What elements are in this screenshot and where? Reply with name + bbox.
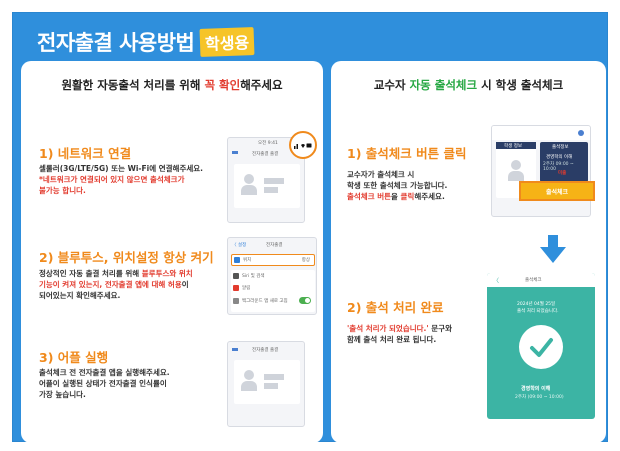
row-label: Siri 및 검색 [242,274,265,279]
avatar-icon [241,185,257,195]
row-label: 알림 [242,286,251,291]
back-chevron-icon: 〈 [493,278,500,285]
desc-line: 셀룰러(3G/LTE/5G) 또는 Wi-Fi에 연결해주세요. [39,164,203,173]
network-description: 셀룰러(3G/LTE/5G) 또는 Wi-Fi에 연결해주세요. *네트워크가 … [39,163,239,196]
phone-header: 전자출결 출결 [252,152,279,157]
guide-frame: 전자출결 사용방법 학생용 원활한 자동출석 처리를 위해 꼭 확인해주세요 1… [12,12,608,443]
arrow-down-icon [540,235,566,263]
heading-text-suffix: 시 학생 출석체크 [477,78,564,92]
row-label: 백그라운드 앱 새로 고침 [242,299,288,304]
desc-line: 어플이 실행된 상태가 전자출결 인식률이 [39,379,167,388]
course-name: 경영학의 이해 [521,386,551,392]
desc-line: 학생 또한 출석체크 가능합니다. [347,181,448,190]
student-badge: 학생용 [199,27,256,57]
desc-highlight: '출석 처리가 되었습니다.' [347,324,429,333]
desc-line: 되어있는지 확인해주세요. [39,291,121,300]
checkin-button[interactable]: 출석체크 [519,181,595,201]
settings-icon [578,130,584,136]
desc-line: 교수자가 출석체크 시 [347,170,415,179]
avatar-icon [244,174,254,184]
heading-text: 교수자 [373,78,410,92]
phone-mockup-app: 전자출결 출결 [227,341,305,427]
card-header-label: 학생 정보 [504,144,522,149]
avatar-icon [241,381,257,391]
success-circle [519,325,563,369]
phone-header: 출석체크 [525,278,542,283]
menu-icon [232,151,238,154]
app-description: 출석체크 전 전자출결 앱을 실행해주세요. 어플이 실행된 상태가 전자출결 … [39,367,239,400]
phone-time: 오전 9:41 [258,141,278,146]
settings-title: 전자출결 [266,243,283,248]
heading-text: 원활한 자동출석 처리를 위해 [61,78,205,92]
phone-header: 전자출결 출결 [252,348,279,353]
course-name: 경영학의 이해 [546,155,573,160]
phone-topbar [492,126,590,140]
bluetooth-section-title: 2) 블루투스, 위치설정 항상 켜기 [39,250,214,265]
row-label: 위치 [243,258,252,263]
desc-line: 정상적인 자동 출결 처리를 위해 [39,269,142,278]
heading-highlight: 자동 출석체크 [409,78,478,92]
location-icon [234,257,240,263]
heading-text-suffix: 해주세요 [240,78,283,92]
check-icon [530,338,553,357]
phone-topbar: 〈 출석체크 [487,273,595,287]
desc-highlight: 기능이 켜져 있는지, 전자출결 앱에 대해 허용 [39,280,182,289]
signal-wifi-battery-icon [294,143,312,149]
right-panel-heading: 교수자 자동 출석체크 시 학생 출석체크 [331,77,606,93]
back-link: 〈 설정 [232,243,247,248]
placeholder-line [264,374,284,380]
placeholder-line [264,187,278,193]
desc-highlight: 블루투스와 위치 [141,269,193,278]
card-header-label: 출석정보 [552,145,569,150]
desc-highlight: 클릭 [400,192,415,201]
desc-warning: 불가능 합니다. [39,186,86,195]
checkin-section-title: 1) 출석체크 버튼 클릭 [347,146,467,161]
desc-line: 가장 높습니다. [39,390,86,399]
status-icons-zoom [289,131,317,159]
desc-line: 이 [181,280,189,289]
phone-mockup-complete: 〈 출석체크 2024년 04월 25일 출석 처리 되었습니다. 경영학의 이… [487,273,595,419]
course-time: 2주차 (09:00 ~ 10:00) [515,395,564,400]
desc-line: 을 [391,192,401,201]
placeholder-line [264,383,278,389]
desc-line: 해주세요. [414,192,445,201]
attendance-status: 미출 [558,171,567,176]
phone-card [234,360,300,404]
row-value: 항상 [301,258,310,263]
placeholder-line [264,178,284,184]
checkin-description: 교수자가 출석체크 시 학생 또한 출석체크 가능합니다. 출석체크 버튼을 클… [347,169,497,202]
attendance-message: 출석 처리 되었습니다. [517,309,559,314]
menu-icon [232,348,238,351]
desc-line: 함께 출석 처리 완료 됩니다. [347,335,437,344]
avatar-icon [244,370,254,380]
left-panel: 원활한 자동출석 처리를 위해 꼭 확인해주세요 1) 네트워크 연결 셀룰러(… [21,61,323,443]
phone-mockup-checkin: 학생 정보 출석정보 경영학의 이해 2주차 09:00 ~ 10:00 미출 [491,125,591,217]
desc-highlight: 출석체크 버튼 [347,192,392,201]
refresh-icon [233,298,239,304]
settings-list: Siri 및 검색 알림 백그라운드 앱 새로 고침 [231,270,315,312]
desc-warning: *네트워크가 연결되어 있지 않으면 출석체크가 [39,175,185,184]
avatar-icon [508,171,524,181]
app-section-title: 3) 어플 실행 [39,350,109,365]
desc-line: 출석체크 전 전자출결 앱을 실행해주세요. [39,368,170,377]
network-section-title: 1) 네트워크 연결 [39,146,132,161]
attendance-date: 2024년 04월 25일 [517,302,556,307]
heading-highlight: 꼭 확인 [204,78,241,92]
notification-icon [233,285,239,291]
complete-section-title: 2) 출석 처리 완료 [347,300,444,315]
right-panel: 교수자 자동 출석체크 시 학생 출석체크 1) 출석체크 버튼 클릭 교수자가… [331,61,606,443]
phone-mockup-settings: 〈 설정 전자출결 위치 항상 Siri 및 검색 알림 백그라운드 앱 새로 … [227,237,317,315]
phone-card [234,164,300,208]
left-panel-heading: 원활한 자동출석 처리를 위해 꼭 확인해주세요 [21,77,323,93]
page-header: 전자출결 사용방법 학생용 [37,27,256,57]
avatar-icon [511,160,521,170]
refresh-toggle [299,297,311,304]
desc-line: 문구와 [428,324,452,333]
page-title: 전자출결 사용방법 [37,31,195,55]
complete-description: '출석 처리가 되었습니다.' 문구와 함께 출석 처리 완료 됩니다. [347,323,497,345]
bluetooth-description: 정상적인 자동 출결 처리를 위해 블루투스와 위치 기능이 켜져 있는지, 전… [39,268,239,301]
siri-icon [233,273,239,279]
attendance-info-card: 출석정보 경영학의 이해 2주차 09:00 ~ 10:00 미출 [540,142,588,182]
location-setting-row: 위치 항상 [231,254,315,266]
